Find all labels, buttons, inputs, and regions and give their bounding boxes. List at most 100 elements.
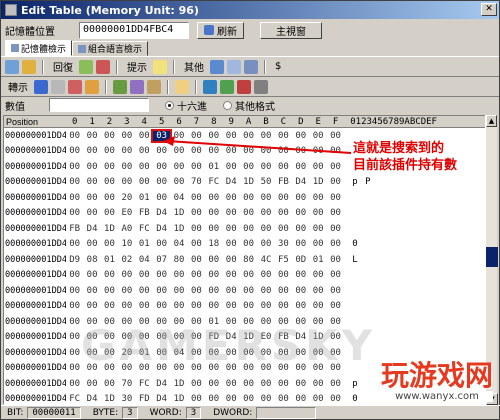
light-icon[interactable] (175, 79, 189, 94)
byte-cell[interactable]: 00 (223, 301, 240, 311)
byte-cell[interactable]: 00 (66, 208, 83, 218)
page-icon[interactable] (210, 59, 224, 74)
radio-other-format[interactable]: 其他格式 (223, 98, 275, 113)
byte-cell[interactable]: 00 (188, 270, 205, 280)
byte-cell[interactable]: 00 (205, 286, 222, 296)
byte-cell[interactable]: 70 (118, 379, 135, 389)
note-icon[interactable] (147, 79, 161, 94)
scroll-thumb[interactable] (486, 247, 498, 267)
main-window-button[interactable]: 主視窗 (260, 21, 322, 39)
byte-cell[interactable]: D4 (153, 394, 170, 404)
byte-cell[interactable]: 00 (188, 224, 205, 234)
byte-cell[interactable]: 00 (101, 146, 118, 156)
byte-cell[interactable]: 00 (66, 239, 83, 249)
byte-cell[interactable]: 00 (153, 162, 170, 172)
byte-cell[interactable]: 00 (309, 394, 326, 404)
byte-cell[interactable]: 00 (223, 208, 240, 218)
byte-cell[interactable]: 1D (170, 224, 187, 234)
byte-cell[interactable]: 00 (309, 224, 326, 234)
byte-cell[interactable]: 00 (83, 208, 100, 218)
byte-cell[interactable]: 00 (118, 286, 135, 296)
byte-cell[interactable]: 00 (309, 301, 326, 311)
byte-cell[interactable]: 00 (292, 239, 309, 249)
byte-cell[interactable]: 00 (292, 286, 309, 296)
byte-cell[interactable]: 00 (327, 224, 344, 234)
byte-cell[interactable]: 00 (309, 270, 326, 280)
byte-cell[interactable]: 00 (101, 286, 118, 296)
byte-cell[interactable]: 00 (240, 239, 257, 249)
lock-icon[interactable] (113, 79, 127, 94)
byte-cell[interactable]: D4 (83, 224, 100, 234)
byte-cell[interactable]: 00 (205, 208, 222, 218)
byte-cell[interactable]: 00 (170, 177, 187, 187)
byte-cell[interactable]: 04 (170, 239, 187, 249)
forward-icon[interactable] (79, 59, 93, 74)
byte-cell[interactable]: 00 (257, 224, 274, 234)
byte-cell[interactable]: 00 (223, 379, 240, 389)
other-button[interactable]: 其他 (181, 59, 207, 74)
byte-cell[interactable]: 00 (205, 379, 222, 389)
run-icon[interactable] (220, 79, 234, 94)
byte-cell[interactable]: 00 (292, 193, 309, 203)
byte-cell[interactable]: 00 (257, 208, 274, 218)
byte-cell[interactable]: 00 (136, 177, 153, 187)
value-input[interactable] (49, 98, 149, 112)
byte-cell[interactable]: 00 (136, 270, 153, 280)
byte-cell[interactable]: 00 (83, 301, 100, 311)
byte-cell[interactable]: 00 (101, 193, 118, 203)
byte-cell[interactable]: 00 (118, 177, 135, 187)
address-input[interactable]: 00000001DD4FBC4 (79, 21, 189, 39)
byte-cell[interactable]: 00 (205, 255, 222, 265)
byte-cell[interactable]: 00 (327, 193, 344, 203)
byte-cell[interactable]: 00 (83, 177, 100, 187)
byte-cell[interactable]: 00 (188, 193, 205, 203)
title-bar[interactable]: Edit Table (Memory Unit: 96) ✕ (1, 1, 499, 19)
byte-cell[interactable]: D4 (223, 177, 240, 187)
byte-cell[interactable]: 00 (66, 270, 83, 280)
byte-cell[interactable]: 00 (223, 239, 240, 249)
byte-cell[interactable]: F5 (275, 255, 292, 265)
byte-cell[interactable]: 00 (66, 131, 83, 141)
byte-cell[interactable]: 00 (136, 301, 153, 311)
byte-cell[interactable]: 00 (275, 286, 292, 296)
byte-cell[interactable]: 00 (240, 162, 257, 172)
byte-cell[interactable]: 00 (101, 177, 118, 187)
tool-icon[interactable] (22, 59, 36, 74)
byte-cell[interactable]: 00 (83, 239, 100, 249)
byte-cell[interactable]: 04 (136, 255, 153, 265)
byte-cell[interactable]: 00 (257, 379, 274, 389)
byte-cell[interactable]: 00 (223, 270, 240, 280)
byte-cell[interactable]: 00 (83, 162, 100, 172)
byte-cell[interactable]: 00 (309, 208, 326, 218)
byte-cell[interactable]: 01 (309, 255, 326, 265)
byte-cell[interactable]: D4 (153, 208, 170, 218)
byte-cell[interactable]: 00 (153, 177, 170, 187)
byte-cell[interactable]: 01 (101, 255, 118, 265)
byte-cell[interactable]: 00 (309, 239, 326, 249)
byte-cell[interactable]: 00 (188, 379, 205, 389)
back-button[interactable]: 回復 (50, 59, 76, 74)
byte-cell[interactable]: 01 (205, 162, 222, 172)
byte-cell[interactable]: 00 (257, 301, 274, 311)
byte-cell[interactable]: 00 (170, 162, 187, 172)
byte-cell[interactable]: 00 (327, 208, 344, 218)
byte-cell[interactable]: 00 (136, 131, 153, 141)
byte-cell[interactable]: 00 (327, 286, 344, 296)
byte-cell[interactable]: 00 (223, 193, 240, 203)
byte-cell[interactable]: 00 (101, 162, 118, 172)
byte-cell[interactable]: 00 (327, 301, 344, 311)
compare-icon[interactable] (244, 59, 258, 74)
byte-cell[interactable]: 00 (240, 301, 257, 311)
byte-cell[interactable]: 00 (275, 394, 292, 404)
byte-cell[interactable]: 00 (327, 255, 344, 265)
byte-cell[interactable]: 00 (275, 301, 292, 311)
byte-cell[interactable]: 80 (170, 255, 187, 265)
dollar-button[interactable]: $ (272, 61, 284, 72)
byte-cell[interactable]: 08 (83, 255, 100, 265)
byte-cell[interactable]: 00 (83, 270, 100, 280)
byte-cell[interactable]: FC (136, 379, 153, 389)
byte-cell[interactable]: FC (136, 224, 153, 234)
byte-cell[interactable]: 50 (257, 177, 274, 187)
byte-cell[interactable]: FD (136, 394, 153, 404)
byte-cell[interactable]: 00 (153, 239, 170, 249)
